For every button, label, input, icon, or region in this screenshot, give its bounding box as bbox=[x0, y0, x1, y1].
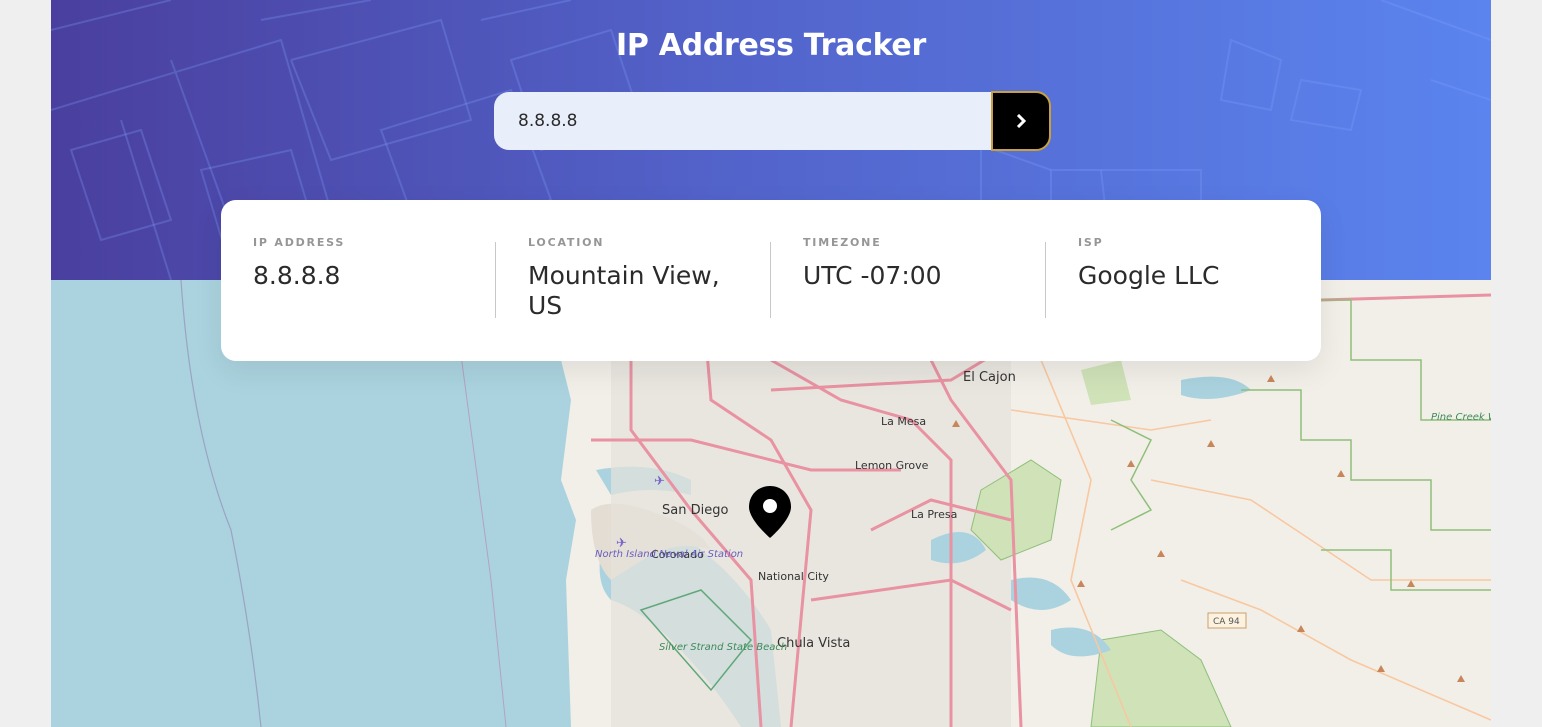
park-label: Silver Strand State Beach bbox=[659, 642, 787, 653]
park-label: Pine Creek Wilderness bbox=[1431, 412, 1491, 423]
location-value: Mountain View, US bbox=[528, 261, 720, 320]
page-title: IP Address Tracker bbox=[616, 28, 926, 63]
location-section: LOCATION Mountain View, US bbox=[528, 236, 758, 321]
place-label: La Mesa bbox=[881, 415, 926, 428]
ip-address-label: IP ADDRESS bbox=[253, 236, 346, 249]
place-label: San Diego bbox=[662, 503, 728, 518]
ip-address-section: IP ADDRESS 8.8.8.8 bbox=[253, 236, 483, 291]
ip-info-card: IP ADDRESS 8.8.8.8 LOCATION Mountain Vie… bbox=[221, 200, 1321, 361]
ip-search-input[interactable] bbox=[494, 92, 991, 150]
place-label: Lemon Grove bbox=[855, 459, 929, 472]
place-label: Chula Vista bbox=[777, 636, 850, 651]
place-label: La Presa bbox=[911, 508, 957, 521]
airport-icon: ✈ bbox=[654, 474, 665, 489]
app: IP Address Tracker 8.8.8.8 ✈ ✈ San Diego… bbox=[51, 0, 1491, 727]
isp-value: Google LLC bbox=[1078, 261, 1220, 290]
timezone-section: TIMEZONE UTC -07:00 bbox=[803, 236, 1033, 291]
timezone-value: UTC -07:00 bbox=[803, 261, 942, 290]
divider bbox=[1045, 242, 1046, 318]
place-label: El Cajon bbox=[963, 370, 1016, 385]
timezone-label: TIMEZONE bbox=[803, 236, 882, 249]
chevron-right-icon bbox=[1016, 114, 1026, 128]
location-pin-icon[interactable] bbox=[747, 484, 793, 540]
divider bbox=[770, 242, 771, 318]
isp-section: ISP Google LLC bbox=[1078, 236, 1308, 291]
park-label: North Island Naval Air Station bbox=[595, 549, 743, 560]
route-badge-label: CA 94 bbox=[1213, 617, 1240, 627]
divider bbox=[495, 242, 496, 318]
place-label: National City bbox=[758, 570, 829, 583]
ip-address-value: 8.8.8.8 bbox=[253, 261, 341, 290]
location-label: LOCATION bbox=[528, 236, 605, 249]
search-submit-button[interactable] bbox=[991, 91, 1051, 151]
search-bar bbox=[494, 91, 1051, 151]
isp-label: ISP bbox=[1078, 236, 1104, 249]
